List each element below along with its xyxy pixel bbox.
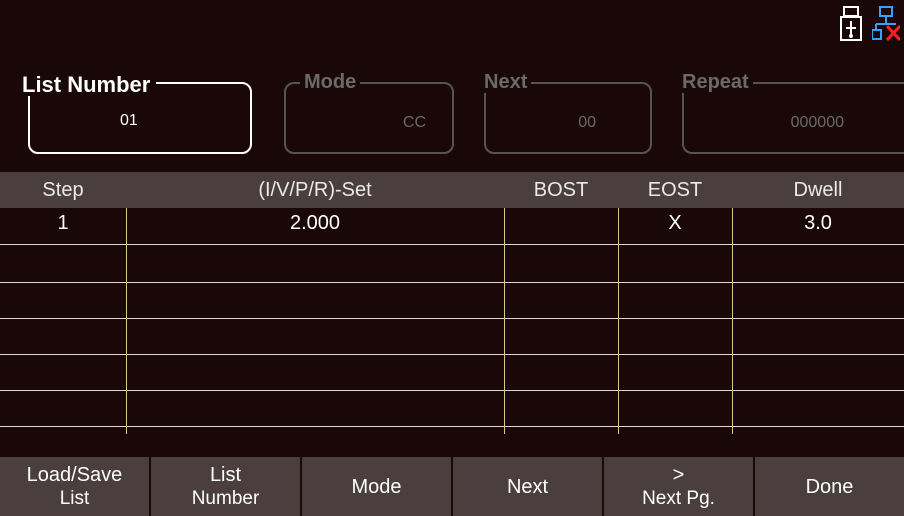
list-number-value: 01 — [120, 112, 138, 129]
status-icons — [840, 6, 902, 47]
cell-eost[interactable] — [618, 318, 732, 354]
mode-field[interactable]: Mode CC — [284, 71, 454, 154]
softkey-bar: Load/Save List List Number Mode Next > N… — [0, 457, 904, 516]
table-row[interactable] — [0, 318, 904, 355]
softkey-label: Mode — [351, 475, 402, 498]
cell-step[interactable] — [0, 390, 126, 426]
softkey-label: Next — [506, 475, 549, 498]
cell-set[interactable]: 2.000 — [126, 208, 504, 244]
cell-bost[interactable] — [504, 208, 618, 244]
repeat-value: 000000 — [790, 114, 844, 131]
cell-eost[interactable]: X — [618, 208, 732, 244]
header-eost: EOST — [647, 179, 703, 201]
softkey-label: Load/Save — [26, 463, 123, 486]
repeat-label: Repeat — [678, 71, 753, 93]
cell-bost[interactable] — [504, 390, 618, 426]
cell-set[interactable] — [126, 318, 504, 354]
cell-step[interactable]: 1 — [0, 208, 126, 244]
column-divider — [126, 208, 127, 434]
load-save-list-button[interactable]: Load/Save List — [0, 457, 149, 516]
header-bost: BOST — [533, 179, 589, 201]
table-row[interactable] — [0, 282, 904, 319]
cell-step[interactable] — [0, 318, 126, 354]
column-divider — [504, 208, 505, 434]
list-number-field[interactable]: List Number 01 — [22, 74, 252, 154]
cell-dwell[interactable] — [732, 282, 904, 318]
table-row[interactable] — [0, 354, 904, 391]
list-table: Step (I/V/P/R)-Set BOST EOST Dwell 1 2.0… — [0, 172, 904, 454]
column-divider — [732, 208, 733, 434]
next-button[interactable]: Next — [453, 457, 602, 516]
cell-set[interactable] — [126, 246, 504, 282]
softkey-label: > — [672, 463, 685, 486]
cell-bost[interactable] — [504, 246, 618, 282]
table-row[interactable]: 1 2.000 X 3.0 — [0, 208, 904, 245]
cell-step[interactable] — [0, 282, 126, 318]
next-value: 00 — [578, 114, 596, 131]
cell-bost[interactable] — [504, 282, 618, 318]
cell-dwell[interactable]: 3.0 — [732, 208, 904, 244]
cell-eost[interactable] — [618, 390, 732, 426]
network-disconnected-icon — [871, 6, 902, 47]
usb-icon — [840, 6, 862, 47]
header-step: Step — [42, 179, 84, 201]
done-button[interactable]: Done — [755, 457, 904, 516]
cell-step[interactable] — [0, 354, 126, 390]
cell-set[interactable] — [126, 282, 504, 318]
mode-value: CC — [402, 114, 426, 131]
cell-eost[interactable] — [618, 354, 732, 390]
table-header: Step (I/V/P/R)-Set BOST EOST Dwell — [0, 172, 904, 208]
softkey-label: Number — [191, 487, 260, 509]
cell-dwell[interactable] — [732, 354, 904, 390]
next-field[interactable]: Next 00 — [480, 71, 652, 154]
cell-dwell[interactable] — [732, 390, 904, 426]
softkey-label: Done — [805, 475, 854, 498]
table-row[interactable] — [0, 246, 904, 283]
table-row[interactable] — [0, 390, 904, 427]
cell-dwell[interactable] — [732, 246, 904, 282]
list-number-button[interactable]: List Number — [151, 457, 300, 516]
cell-eost[interactable] — [618, 246, 732, 282]
repeat-field[interactable]: Repeat 000000 — [678, 71, 904, 154]
header-set: (I/V/P/R)-Set — [258, 179, 372, 201]
column-divider — [618, 208, 619, 434]
cell-eost[interactable] — [618, 282, 732, 318]
mode-label: Mode — [300, 71, 361, 93]
header-dwell: Dwell — [793, 179, 843, 201]
cell-set[interactable] — [126, 390, 504, 426]
mode-button[interactable]: Mode — [302, 457, 451, 516]
softkey-label: List — [59, 487, 90, 509]
next-label: Next — [480, 71, 532, 93]
softkey-label: Next Pg. — [642, 487, 715, 509]
cell-step[interactable] — [0, 246, 126, 282]
cell-bost[interactable] — [504, 318, 618, 354]
cell-dwell[interactable] — [732, 318, 904, 354]
next-page-button[interactable]: > Next Pg. — [604, 457, 753, 516]
cell-bost[interactable] — [504, 354, 618, 390]
list-number-label: List Number — [22, 74, 157, 96]
cell-set[interactable] — [126, 354, 504, 390]
softkey-label: List — [209, 463, 242, 486]
list-editor-screen: List Number 01 Mode CC Next 00 Repeat 00… — [0, 0, 904, 516]
